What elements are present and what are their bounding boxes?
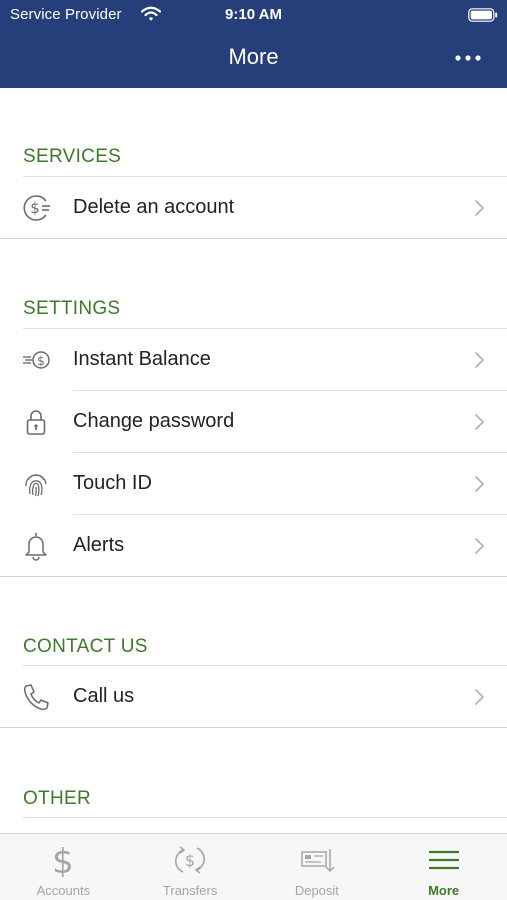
list-item-label: Touch ID [73,472,152,494]
tab-more[interactable]: More [380,834,507,900]
chevron-right-icon [475,414,484,430]
tab-label: More [428,883,460,898]
divider [0,238,507,239]
more-options-icon[interactable] [451,48,485,68]
chevron-right-icon [475,689,484,705]
lock-icon [26,410,46,435]
page-title: More [228,44,279,69]
tab-accounts[interactable]: $ Accounts [0,834,127,900]
list-item-call-us[interactable]: Call us [0,666,507,728]
app-header: Service Provider 9:10 AM More [0,0,507,88]
list-item-alerts[interactable]: Alerts [0,515,507,577]
svg-text:$: $ [30,199,40,217]
divider [23,817,507,818]
bell-icon [25,533,47,561]
transfer-icon: $ [175,846,206,874]
tab-label: Accounts [36,883,91,898]
list-item-change-password[interactable]: Change password [0,391,507,453]
list-item-label: Change password [73,410,235,432]
section-header-settings: SETTINGS [23,298,121,319]
divider [0,576,507,577]
chevron-right-icon [475,538,484,554]
chevron-right-icon [475,476,484,492]
menu-icon [428,850,459,870]
list-item-label: Alerts [73,534,125,556]
list-item-label: Delete an account [73,196,235,218]
status-bar: Service Provider 9:10 AM [0,0,507,30]
list-item-label: Instant Balance [73,348,211,370]
section-header-contact-us: CONTACT US [23,636,148,657]
dollar-icon: $ [53,843,75,877]
list-item-label: Call us [73,685,135,707]
svg-text:$: $ [37,354,45,368]
tab-deposit[interactable]: Deposit [254,834,381,900]
fast-dollar-icon: $ [23,351,50,369]
svg-text:$: $ [185,851,195,870]
section-header-services: SERVICES [23,146,122,167]
tab-bar: $ Accounts $ Transfers Deposit More [0,833,507,900]
dollar-cycle-icon: $ [23,195,50,221]
chevron-right-icon [475,352,484,368]
battery-icon [468,8,498,22]
check-deposit-icon [301,849,335,873]
list-item-delete-account[interactable]: $ Delete an account [0,177,507,239]
list-item-instant-balance[interactable]: $ Instant Balance [0,329,507,391]
settings-list[interactable]: SERVICES $ Delete an account SETTINGS $ … [0,88,507,833]
divider [0,727,507,728]
fingerprint-icon [25,474,47,497]
section-header-other: OTHER [23,788,91,809]
svg-text:$: $ [53,843,75,877]
tab-label: Deposit [294,883,339,898]
tab-label: Transfers [162,883,218,898]
chevron-right-icon [475,200,484,216]
tab-transfers[interactable]: $ Transfers [127,834,254,900]
status-time: 9:10 AM [225,6,282,23]
phone-icon [23,684,49,711]
list-item-touch-id[interactable]: Touch ID [0,453,507,515]
